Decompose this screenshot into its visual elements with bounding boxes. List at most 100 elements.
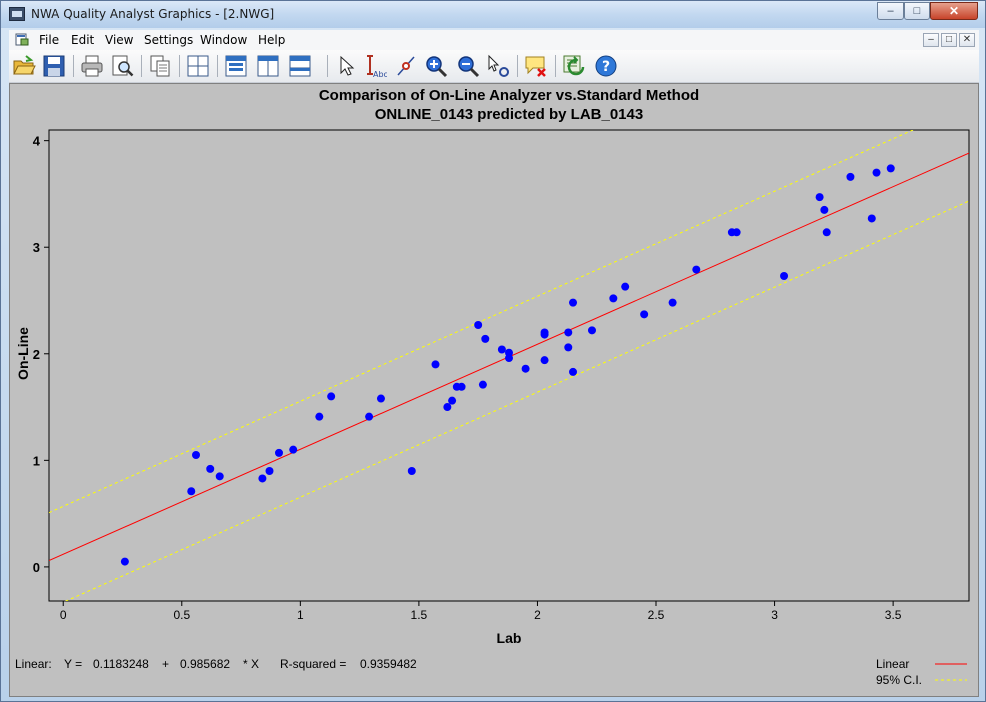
columns-layout-icon[interactable] bbox=[255, 53, 281, 79]
save-icon[interactable] bbox=[41, 53, 67, 79]
mdi-restore-button[interactable]: □ bbox=[941, 33, 957, 47]
data-point[interactable] bbox=[540, 328, 549, 337]
data-point[interactable] bbox=[540, 356, 549, 365]
legend-label: 95% C.I. bbox=[876, 673, 922, 687]
help-icon[interactable]: ? bbox=[593, 53, 619, 79]
x-tick-label: 0.5 bbox=[173, 608, 190, 622]
chart-title: Comparison of On-Line Analyzer vs.Standa… bbox=[319, 87, 699, 104]
x-tick-label: 0 bbox=[60, 608, 67, 622]
print-preview-icon[interactable] bbox=[109, 53, 135, 79]
x-tick-label: 3.5 bbox=[885, 608, 902, 622]
plot-frame bbox=[48, 129, 970, 602]
menu-help[interactable]: Help bbox=[258, 33, 285, 47]
data-point[interactable] bbox=[443, 403, 452, 412]
data-point[interactable] bbox=[668, 298, 677, 307]
data-point[interactable] bbox=[609, 294, 618, 303]
data-point[interactable] bbox=[365, 412, 374, 421]
stats-plus: + bbox=[162, 657, 169, 671]
point-marker-icon[interactable] bbox=[393, 53, 419, 79]
data-point[interactable] bbox=[327, 392, 336, 401]
data-point[interactable] bbox=[407, 466, 416, 475]
stats-model-label: Linear: bbox=[15, 657, 52, 671]
toolbar-separator bbox=[517, 55, 518, 77]
data-point[interactable] bbox=[569, 298, 578, 307]
data-point[interactable] bbox=[521, 364, 530, 373]
toolbar-separator bbox=[141, 55, 142, 77]
stats-times-x: * X bbox=[243, 657, 259, 671]
y-tick-label: 3 bbox=[33, 240, 40, 255]
toolbar-separator bbox=[179, 55, 180, 77]
mdi-close-button[interactable]: ✕ bbox=[959, 33, 975, 47]
data-point[interactable] bbox=[481, 334, 490, 343]
data-point[interactable] bbox=[846, 172, 855, 181]
refresh-icon[interactable] bbox=[561, 53, 587, 79]
data-point[interactable] bbox=[275, 448, 283, 457]
data-point[interactable] bbox=[815, 193, 824, 202]
copy-icon[interactable] bbox=[147, 53, 173, 79]
data-point[interactable] bbox=[564, 328, 573, 337]
minimize-button[interactable]: – bbox=[877, 2, 904, 20]
open-icon[interactable] bbox=[11, 53, 37, 79]
rows-layout-icon[interactable] bbox=[287, 53, 313, 79]
data-point[interactable] bbox=[867, 214, 876, 223]
maximize-button[interactable]: □ bbox=[904, 2, 930, 20]
menu-window[interactable]: Window bbox=[200, 33, 247, 47]
data-point[interactable] bbox=[448, 396, 457, 405]
data-point[interactable] bbox=[215, 472, 224, 481]
data-point[interactable] bbox=[474, 321, 483, 330]
title-bar[interactable]: NWA Quality Analyst Graphics - [2.NWG] –… bbox=[1, 1, 985, 28]
data-point[interactable] bbox=[478, 380, 487, 389]
data-point[interactable] bbox=[732, 228, 741, 237]
data-point[interactable] bbox=[187, 487, 196, 496]
legend-label: Linear bbox=[876, 657, 909, 671]
data-point[interactable] bbox=[206, 464, 215, 473]
zoom-out-icon[interactable] bbox=[455, 53, 481, 79]
close-button[interactable]: ✕ bbox=[930, 2, 978, 20]
menu-file[interactable]: File bbox=[39, 33, 59, 47]
mdi-minimize-button[interactable]: – bbox=[923, 33, 939, 47]
grid-layout-icon[interactable] bbox=[185, 53, 211, 79]
stats-y-equals: Y = bbox=[64, 657, 82, 671]
data-point[interactable] bbox=[820, 205, 829, 214]
app-icon[interactable] bbox=[9, 7, 25, 21]
y-axis-label: On-Line bbox=[15, 327, 31, 380]
data-point[interactable] bbox=[886, 164, 895, 173]
menu-edit[interactable]: Edit bbox=[71, 33, 94, 47]
data-point[interactable] bbox=[569, 367, 578, 376]
y-tick-label: 0 bbox=[33, 560, 40, 575]
data-point[interactable] bbox=[505, 354, 513, 363]
data-point[interactable] bbox=[692, 265, 701, 274]
print-icon[interactable] bbox=[79, 53, 105, 79]
toolbar-separator bbox=[327, 55, 328, 77]
data-point[interactable] bbox=[621, 282, 630, 291]
data-point[interactable] bbox=[431, 360, 440, 369]
data-point[interactable] bbox=[587, 326, 596, 335]
menu-settings[interactable]: Settings bbox=[144, 33, 193, 47]
data-point[interactable] bbox=[265, 466, 274, 475]
data-point[interactable] bbox=[258, 474, 267, 483]
delete-annotation-icon[interactable] bbox=[523, 53, 549, 79]
data-point[interactable] bbox=[315, 412, 324, 421]
x-tick-label: 2.5 bbox=[648, 608, 665, 622]
data-point[interactable] bbox=[872, 168, 881, 177]
menu-view[interactable]: View bbox=[105, 33, 133, 47]
point-select-icon[interactable] bbox=[485, 53, 511, 79]
data-point[interactable] bbox=[780, 271, 789, 280]
data-point[interactable] bbox=[457, 382, 466, 391]
chart-subtitle: ONLINE_0143 predicted by LAB_0143 bbox=[375, 106, 643, 123]
text-tool-icon[interactable]: Abc bbox=[361, 53, 388, 79]
data-point[interactable] bbox=[192, 451, 201, 460]
data-point[interactable] bbox=[564, 343, 573, 352]
data-point[interactable] bbox=[822, 228, 831, 237]
stats-r2-value: 0.9359482 bbox=[360, 657, 417, 671]
zoom-in-icon[interactable] bbox=[423, 53, 449, 79]
document-icon[interactable] bbox=[15, 33, 29, 46]
data-point[interactable] bbox=[640, 310, 649, 319]
data-point[interactable] bbox=[289, 445, 298, 454]
svg-text:Abc: Abc bbox=[373, 70, 387, 79]
data-point[interactable] bbox=[497, 345, 506, 354]
data-point[interactable] bbox=[376, 394, 385, 403]
panes-layout-icon[interactable] bbox=[223, 53, 249, 79]
select-arrow-icon[interactable] bbox=[333, 53, 359, 79]
data-point[interactable] bbox=[120, 557, 129, 566]
